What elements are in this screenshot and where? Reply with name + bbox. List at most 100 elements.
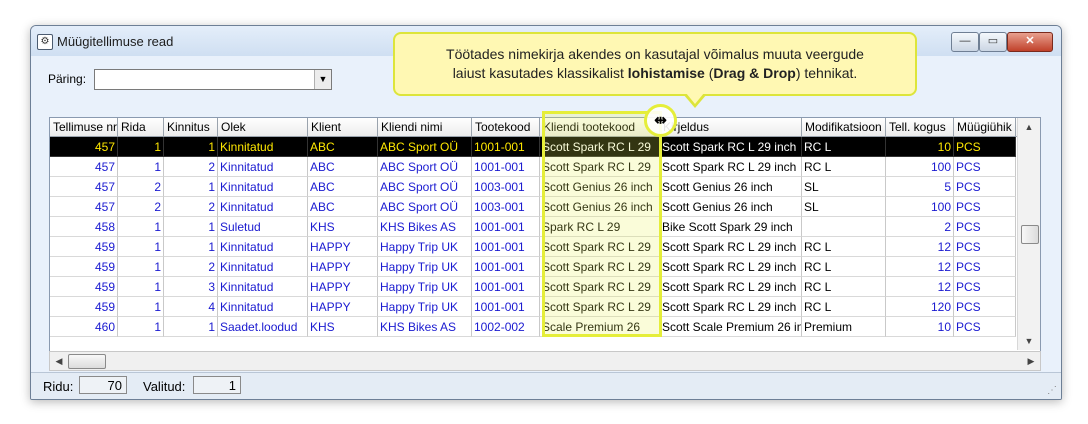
column-header[interactable]: Kliendi nimi xyxy=(378,118,472,136)
column-header[interactable]: Rida xyxy=(118,118,164,136)
scroll-down-icon[interactable]: ▼ xyxy=(1018,332,1040,350)
table-cell: 1002-002 xyxy=(472,317,540,337)
table-cell: Kinnitatud xyxy=(218,137,308,157)
column-header[interactable]: Müügiühik xyxy=(954,118,1016,136)
column-header[interactable]: Kinnitus xyxy=(164,118,218,136)
table-cell: 460 xyxy=(50,317,118,337)
table-cell: 1001-001 xyxy=(472,217,540,237)
table-cell: HAPPY xyxy=(308,277,378,297)
table-cell: Kinnitatud xyxy=(218,177,308,197)
column-header[interactable]: Tootekood xyxy=(472,118,540,136)
table-cell: HAPPY xyxy=(308,297,378,317)
table-row[interactable]: 459 1 3 Kinnitatud HAPPY Happy Trip UK 1001-00… xyxy=(50,277,1016,297)
table-row[interactable]: 459 1 4 Kinnitatud HAPPY Happy Trip UK 1001-00… xyxy=(50,297,1016,317)
table-cell: Kinnitatud xyxy=(218,157,308,177)
horizontal-scroll-thumb[interactable] xyxy=(68,354,106,369)
table-cell: ABC xyxy=(308,197,378,217)
order-lines-table[interactable]: Tellimuse nr. Rida Kinnitus Olek Klient Klien… xyxy=(49,117,1041,353)
table-row[interactable]: 459 1 1 Kinnitatud HAPPY Happy Trip UK 1001-00… xyxy=(50,237,1016,257)
table-cell: Scott Genius 26 inch xyxy=(540,177,660,197)
table-cell: 1001-001 xyxy=(472,297,540,317)
column-header[interactable]: Kliendi tootekood xyxy=(540,118,660,136)
table-cell: RC L xyxy=(802,257,886,277)
table-cell: SL xyxy=(802,177,886,197)
table-cell: 1 xyxy=(118,317,164,337)
table-cell: Saadet.loodud xyxy=(218,317,308,337)
status-bar: Ridu: 70 Valitud: 1 ⋰ xyxy=(31,372,1061,399)
table-cell: Suletud xyxy=(218,217,308,237)
table-cell: 459 xyxy=(50,297,118,317)
table-cell: Happy Trip UK xyxy=(378,257,472,277)
table-cell: 459 xyxy=(50,277,118,297)
callout-tail-inner xyxy=(686,93,704,104)
close-button[interactable]: ✕ xyxy=(1007,32,1053,52)
table-cell: RC L xyxy=(802,137,886,157)
table-cell xyxy=(802,217,886,237)
table-row[interactable]: 457 1 2 Kinnitatud ABC ABC Sport OÜ 1001-001 Sc… xyxy=(50,157,1016,177)
window-title: Müügitellimuse read xyxy=(57,34,174,49)
table-cell: Happy Trip UK xyxy=(378,237,472,257)
table-cell: Scott Spark RC L 29 inch xyxy=(660,277,802,297)
column-header[interactable]: Tellimuse nr. xyxy=(50,118,118,136)
table-row[interactable]: 460 1 1 Saadet.loodud KHS KHS Bikes AS 1002-00… xyxy=(50,317,1016,337)
table-cell: Happy Trip UK xyxy=(378,277,472,297)
column-header[interactable]: Modifikatsioon xyxy=(802,118,886,136)
maximize-button[interactable]: ▭ xyxy=(979,32,1007,52)
table-cell: KHS xyxy=(308,317,378,337)
table-cell: 2 xyxy=(164,157,218,177)
table-cell: 1 xyxy=(164,137,218,157)
query-select[interactable]: ▼ xyxy=(94,69,332,90)
table-cell: Scott Spark RC L 29 inch xyxy=(660,157,802,177)
table-cell: 4 xyxy=(164,297,218,317)
table-cell: PCS xyxy=(954,297,1016,317)
table-cell: Scott Spark RC L 29 xyxy=(540,257,660,277)
table-cell: ABC Sport OÜ xyxy=(378,197,472,217)
table-cell: PCS xyxy=(954,177,1016,197)
table-cell: 1 xyxy=(118,297,164,317)
scroll-left-icon[interactable]: ◀ xyxy=(52,352,66,370)
table-cell: ABC Sport OÜ xyxy=(378,137,472,157)
table-row[interactable]: 457 2 2 Kinnitatud ABC ABC Sport OÜ 1003-001 Sc… xyxy=(50,197,1016,217)
horizontal-scrollbar[interactable]: ◀ ▶ xyxy=(49,351,1041,371)
vertical-scroll-thumb[interactable] xyxy=(1021,225,1039,244)
table-cell: 12 xyxy=(886,237,954,257)
table-cell: 2 xyxy=(118,177,164,197)
table-cell: Scott Spark RC L 29 xyxy=(540,237,660,257)
minimize-button[interactable]: — xyxy=(951,32,979,52)
vertical-scrollbar[interactable]: ▲ ▼ xyxy=(1017,118,1040,350)
table-cell: 2 xyxy=(164,257,218,277)
table-cell: PCS xyxy=(954,157,1016,177)
scroll-up-icon[interactable]: ▲ xyxy=(1018,118,1040,136)
column-header[interactable]: Kirjeldus xyxy=(660,118,802,136)
resize-grip-icon[interactable]: ⋰ xyxy=(1047,385,1057,396)
table-cell: Premium xyxy=(802,317,886,337)
table-row[interactable]: 458 1 1 Suletud KHS KHS Bikes AS 1001-001 Spark… xyxy=(50,217,1016,237)
table-row[interactable]: 457 2 1 Kinnitatud ABC ABC Sport OÜ 1003-001 Sc… xyxy=(50,177,1016,197)
table-cell: 459 xyxy=(50,257,118,277)
table-cell: 1001-001 xyxy=(472,157,540,177)
table-cell: 457 xyxy=(50,197,118,217)
chevron-down-icon[interactable]: ▼ xyxy=(314,70,331,89)
table-cell: 12 xyxy=(886,277,954,297)
callout-bold-technique: Drag & Drop xyxy=(713,65,796,81)
table-cell: 1 xyxy=(164,177,218,197)
table-cell: ABC xyxy=(308,137,378,157)
table-cell: RC L xyxy=(802,157,886,177)
table-cell: 1001-001 xyxy=(472,137,540,157)
table-row[interactable]: 457 1 1 Kinnitatud ABC ABC Sport OÜ 1001-001 Sc… xyxy=(50,137,1016,157)
column-header[interactable]: Klient xyxy=(308,118,378,136)
table-cell: 1 xyxy=(164,317,218,337)
column-header[interactable]: Tell. kogus xyxy=(886,118,954,136)
table-cell: 1 xyxy=(164,237,218,257)
column-header[interactable]: Olek xyxy=(218,118,308,136)
callout-line-2: laiust kasutades klassikalist lohistamis… xyxy=(395,64,915,83)
table-cell: Scott Spark RC L 29 xyxy=(540,157,660,177)
table-cell: PCS xyxy=(954,317,1016,337)
table-cell: 120 xyxy=(886,297,954,317)
table-row[interactable]: 459 1 2 Kinnitatud HAPPY Happy Trip UK 1001-00… xyxy=(50,257,1016,277)
callout-line-1: Töötades nimekirja akendes on kasutajal … xyxy=(446,46,864,62)
scroll-right-icon[interactable]: ▶ xyxy=(1024,352,1038,370)
table-cell: Scott Spark RC L 29 inch xyxy=(660,237,802,257)
table-cell: ABC xyxy=(308,157,378,177)
table-cell: 2 xyxy=(118,197,164,217)
